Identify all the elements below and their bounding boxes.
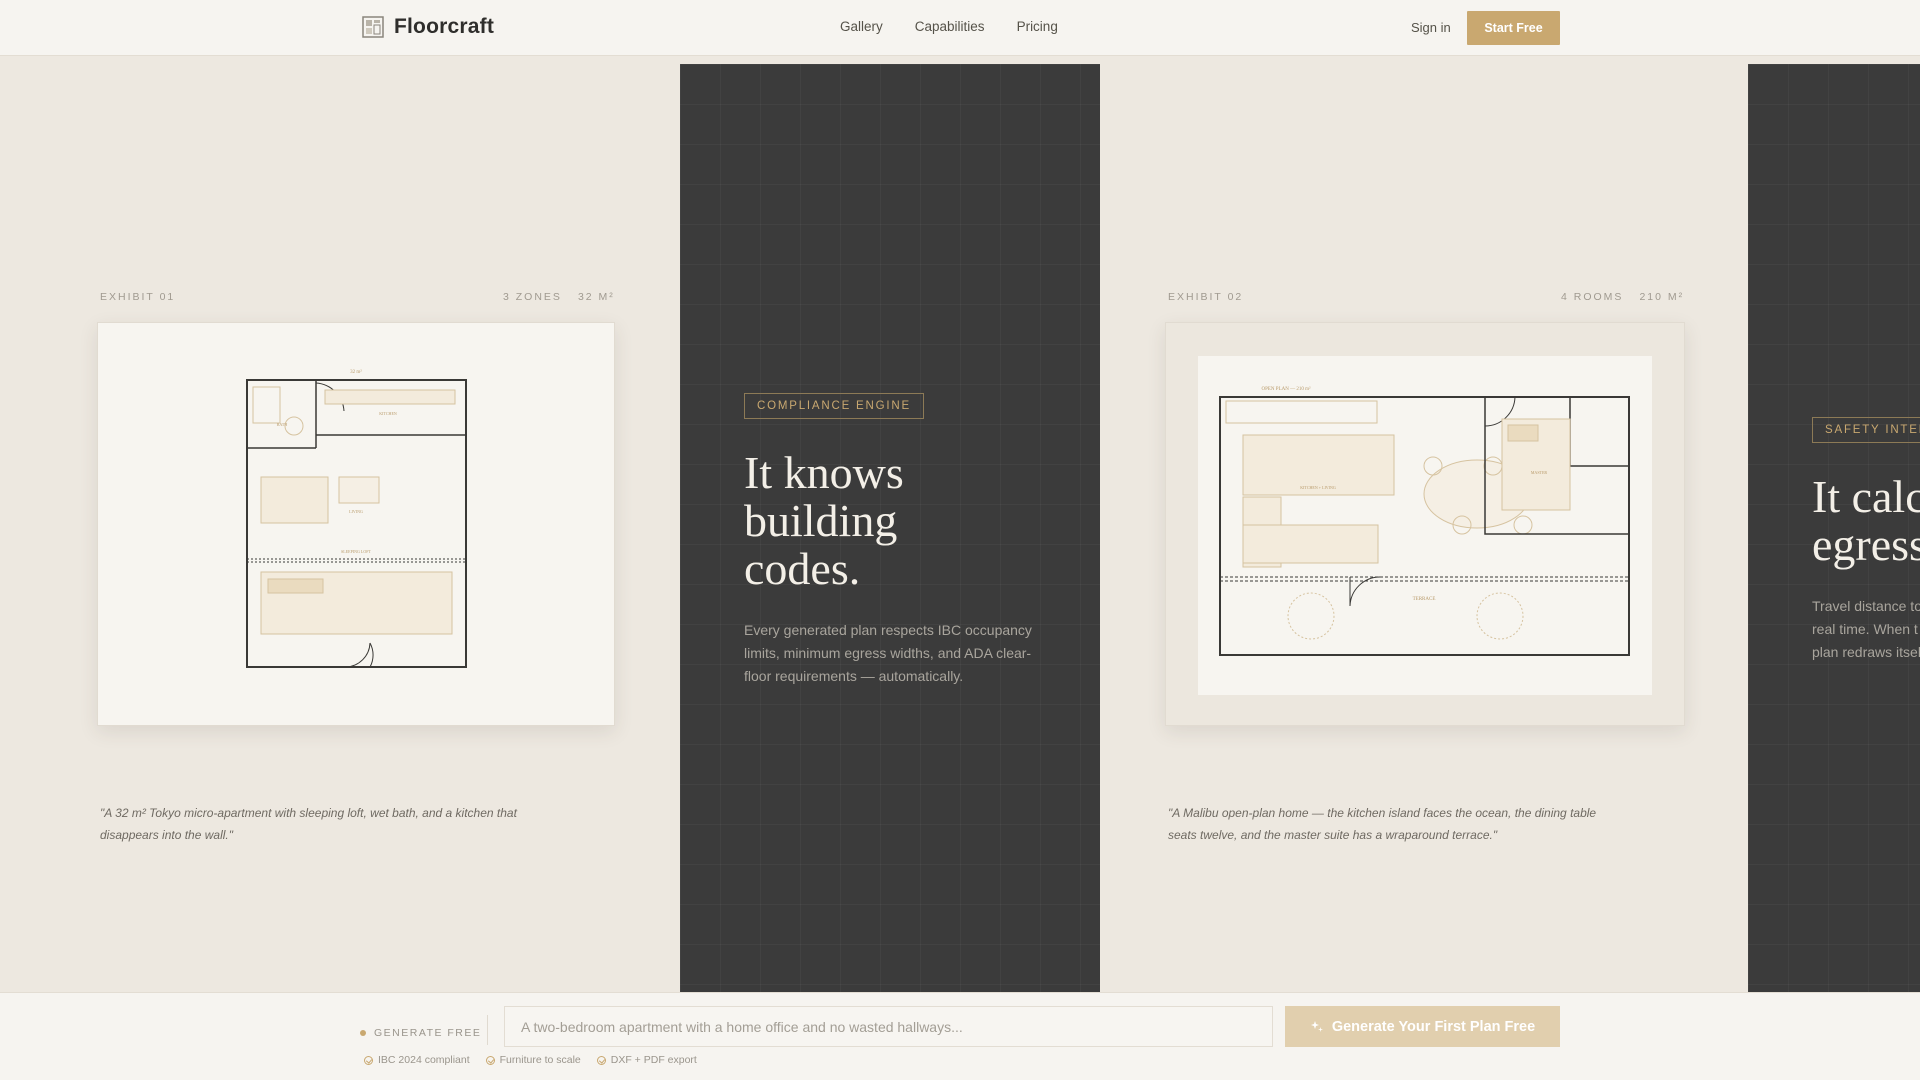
- svg-text:MASTER: MASTER: [1531, 470, 1548, 475]
- svg-text:SLEEPING LOFT: SLEEPING LOFT: [341, 549, 371, 554]
- feature-description: Travel distance to real time. When t pla…: [1812, 598, 1920, 660]
- exhibit-stats: 4 ROOMS 210 M²: [1561, 291, 1684, 303]
- svg-text:KITCHEN + LIVING: KITCHEN + LIVING: [1300, 485, 1336, 490]
- floorplan-card[interactable]: 32 m² BATH KITCHEN LIVING SLEEPING LOFT: [97, 322, 615, 726]
- feature-item: DXF + PDF export: [596, 1054, 697, 1066]
- svg-text:KITCHEN: KITCHEN: [379, 411, 397, 416]
- compliance-engine-panel: COMPLIANCE ENGINE It knows building code…: [680, 64, 1100, 992]
- generate-label: GENERATE FREE: [360, 1027, 481, 1039]
- exhibit-stats: 3 ZONES 32 M²: [503, 291, 615, 303]
- exhibit-01-panel: EXHIBIT 01 3 ZONES 32 M² 32 m² BATH KITC…: [0, 56, 680, 992]
- check-circle-icon: [364, 1055, 373, 1065]
- start-free-button[interactable]: Start Free: [1467, 11, 1560, 45]
- floorplan-card[interactable]: OPEN PLAN — 210 m² KITCHEN + LIVING MAST: [1165, 322, 1685, 726]
- svg-text:LIVING: LIVING: [349, 509, 363, 514]
- exhibit-02-panel: EXHIBIT 02 4 ROOMS 210 M² OPEN PLAN — 21…: [1100, 56, 1748, 992]
- feature-tag: COMPLIANCE ENGINE: [744, 393, 924, 419]
- exhibit-caption: "A Malibu open-plan home — the kitchen i…: [1168, 806, 1597, 842]
- feature-tag: SAFETY INTEL: [1812, 417, 1920, 443]
- check-circle-icon: [596, 1055, 606, 1065]
- sparkle-icon: [1310, 1020, 1323, 1032]
- top-nav-bar: Floorcraft Gallery Capabilities Pricing …: [0, 0, 1920, 56]
- exhibit-caption: "A 32 m² Tokyo micro-apartment with slee…: [100, 806, 517, 842]
- feature-heading: It calc egress: [1812, 471, 1920, 570]
- check-circle-icon: [485, 1055, 495, 1065]
- room-count: 4 ROOMS: [1561, 291, 1624, 303]
- feature-item: IBC 2024 compliant: [364, 1054, 470, 1066]
- area-value: 32 M²: [577, 291, 615, 303]
- generate-bar: GENERATE FREE Generate Your First Plan F…: [0, 992, 1920, 1080]
- svg-text:BATH: BATH: [277, 422, 288, 427]
- divider: [487, 1015, 488, 1045]
- brand-name: Floorcraft: [394, 15, 495, 38]
- generate-plan-button[interactable]: Generate Your First Plan Free: [1285, 1006, 1560, 1047]
- status-dot-icon: [360, 1030, 366, 1036]
- feature-item: Furniture to scale: [485, 1054, 581, 1066]
- feature-description: Every generated plan respects IBC occupa…: [744, 622, 1032, 684]
- exhibit-label: EXHIBIT 01: [100, 291, 176, 303]
- sign-in-link[interactable]: Sign in: [1411, 20, 1451, 35]
- feature-heading: It knows building codes.: [744, 447, 904, 594]
- main-nav: Gallery Capabilities Pricing: [840, 19, 1058, 34]
- zone-count: 3 ZONES: [503, 291, 562, 303]
- area-value: 210 M²: [1639, 291, 1685, 303]
- tokyo-floorplan-drawing: 32 m² BATH KITCHEN LIVING SLEEPING LOFT: [246, 369, 467, 668]
- svg-text:32 m²: 32 m²: [350, 369, 362, 375]
- feature-list: IBC 2024 compliant Furniture to scale DX…: [364, 1054, 697, 1066]
- svg-text:TERRACE: TERRACE: [1413, 597, 1436, 602]
- exhibit-label: EXHIBIT 02: [1168, 291, 1244, 303]
- nav-capabilities[interactable]: Capabilities: [915, 19, 985, 34]
- svg-text:OPEN PLAN — 210 m²: OPEN PLAN — 210 m²: [1261, 386, 1311, 392]
- malibu-floorplan-drawing: OPEN PLAN — 210 m² KITCHEN + LIVING MAST: [1219, 386, 1630, 656]
- nav-pricing[interactable]: Pricing: [1017, 19, 1058, 34]
- plan-prompt-input[interactable]: [504, 1006, 1273, 1047]
- brand[interactable]: Floorcraft: [362, 15, 494, 39]
- floorplan-sheet: OPEN PLAN — 210 m² KITCHEN + LIVING MAST: [1198, 356, 1652, 695]
- floorplan-logo-icon: [362, 16, 384, 38]
- nav-gallery[interactable]: Gallery: [840, 19, 883, 34]
- safety-intel-panel: SAFETY INTEL It calc egress Travel dista…: [1748, 64, 1920, 992]
